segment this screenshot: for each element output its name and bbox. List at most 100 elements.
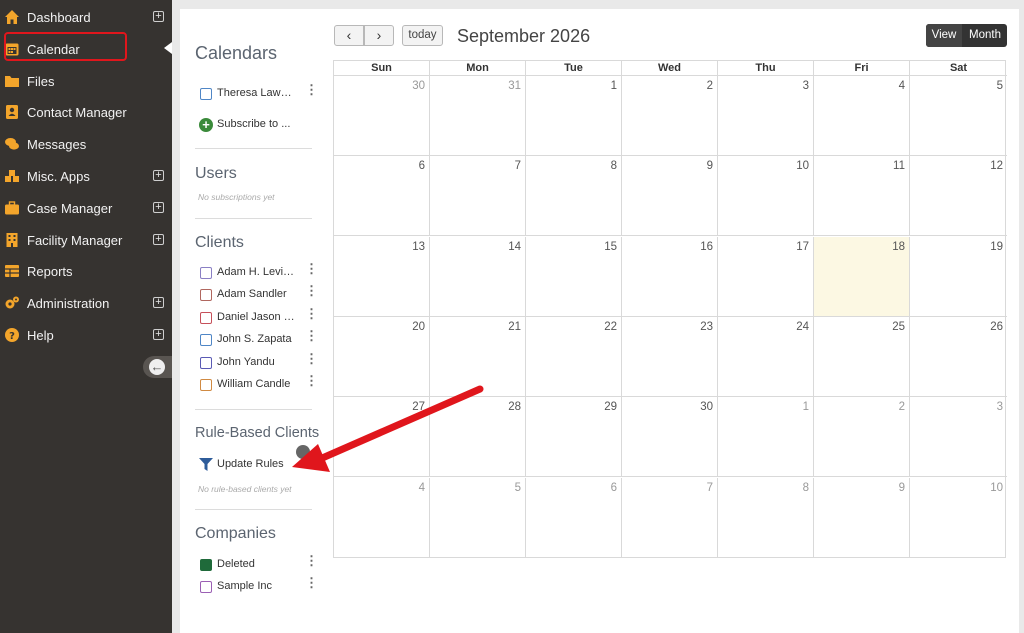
day-cell[interactable]: 3 xyxy=(910,397,1007,478)
weekday-header: Mon xyxy=(430,61,526,76)
kebab-menu-icon[interactable]: ⋮ xyxy=(305,83,318,101)
day-cell[interactable]: 10 xyxy=(718,156,814,237)
client-item[interactable]: Adam H. Levine ⋮ xyxy=(199,262,319,282)
day-cell[interactable]: 14 xyxy=(430,236,526,317)
sidebar-item-help[interactable]: ? Help + xyxy=(0,320,172,350)
day-cell[interactable]: 24 xyxy=(718,316,814,397)
day-cell[interactable]: 9 xyxy=(622,156,718,237)
month-view-button[interactable]: Month xyxy=(963,24,1007,47)
company-item[interactable]: Deleted ⋮ xyxy=(199,554,319,574)
kebab-menu-icon[interactable]: ⋮ xyxy=(305,284,318,302)
day-cell[interactable]: 4 xyxy=(814,76,910,156)
day-cell[interactable]: 8 xyxy=(526,156,622,237)
kebab-menu-icon[interactable]: ⋮ xyxy=(305,262,318,280)
update-rules-link[interactable]: Update Rules xyxy=(199,456,319,474)
subscribe-label: Subscribe to ... xyxy=(217,118,291,130)
expand-plus-icon[interactable]: + xyxy=(153,170,164,181)
sidebar-item-case-manager[interactable]: Case Manager + xyxy=(0,193,172,223)
kebab-menu-icon[interactable]: ⋮ xyxy=(305,352,318,370)
client-item[interactable]: John Yandu ⋮ xyxy=(199,352,319,372)
day-number: 5 xyxy=(514,481,521,494)
expand-plus-icon[interactable]: + xyxy=(153,233,164,245)
day-cell[interactable]: 15 xyxy=(526,236,622,317)
calendar-checkbox[interactable] xyxy=(200,88,212,100)
company-item[interactable]: Sample Inc ⋮ xyxy=(199,576,319,596)
client-item[interactable]: Daniel Jason Smith ⋮ xyxy=(199,307,319,327)
sidebar: Dashboard + Calendar Files Contact Manager Me… xyxy=(0,0,172,633)
day-cell[interactable]: 13 xyxy=(334,236,430,317)
sidebar-item-misc-apps[interactable]: Misc. Apps + xyxy=(0,161,172,191)
day-cell[interactable]: 27 xyxy=(334,397,430,478)
day-cell[interactable]: 7 xyxy=(430,156,526,237)
day-cell[interactable]: 1 xyxy=(718,397,814,478)
calendar-checkbox[interactable] xyxy=(200,559,212,571)
day-cell[interactable]: 10 xyxy=(910,478,1007,558)
calendar-checkbox[interactable] xyxy=(200,581,212,594)
view-label[interactable]: View xyxy=(926,24,962,47)
day-cell[interactable]: 2 xyxy=(814,397,910,478)
day-cell[interactable]: 11 xyxy=(814,156,910,237)
next-month-button[interactable]: › xyxy=(364,25,394,46)
expand-plus-icon[interactable]: + xyxy=(153,11,164,22)
day-cell[interactable]: 7 xyxy=(622,477,718,558)
my-calendar-item[interactable]: Theresa Lawrence ⋮ xyxy=(199,83,319,103)
today-button[interactable]: today xyxy=(402,25,443,46)
company-name: Deleted xyxy=(217,558,255,570)
day-cell[interactable]: 20 xyxy=(334,316,430,397)
day-cell[interactable]: 8 xyxy=(718,477,814,558)
day-cell[interactable]: 6 xyxy=(334,156,430,237)
sidebar-collapse-button[interactable]: ← xyxy=(143,356,172,378)
kebab-menu-icon[interactable]: ⋮ xyxy=(305,554,318,572)
subscribe-link[interactable]: + Subscribe to ... xyxy=(199,116,319,134)
day-cell[interactable]: 5 xyxy=(430,477,526,558)
day-cell[interactable]: 12 xyxy=(910,156,1007,237)
day-cell[interactable]: 2 xyxy=(622,76,718,156)
day-cell[interactable]: 30 xyxy=(622,397,718,478)
day-cell[interactable]: 5 xyxy=(910,76,1007,156)
day-cell-today[interactable]: 18 xyxy=(814,236,910,317)
day-number: 8 xyxy=(802,481,809,494)
day-cell[interactable]: 30 xyxy=(334,76,430,156)
day-cell[interactable]: 4 xyxy=(334,477,430,558)
day-cell[interactable]: 19 xyxy=(910,237,1007,317)
day-cell[interactable]: 16 xyxy=(622,236,718,317)
day-cell[interactable]: 28 xyxy=(430,397,526,478)
expand-plus-icon[interactable]: + xyxy=(153,329,164,340)
day-cell[interactable]: 31 xyxy=(430,76,526,156)
prev-month-button[interactable]: ‹ xyxy=(334,25,364,46)
sidebar-item-administration[interactable]: Administration + xyxy=(0,288,172,318)
day-cell[interactable]: 17 xyxy=(718,236,814,317)
kebab-menu-icon[interactable]: ⋮ xyxy=(305,374,318,392)
calendar-checkbox[interactable] xyxy=(200,356,212,369)
client-item[interactable]: William Candle ⋮ xyxy=(199,374,319,394)
client-item[interactable]: John S. Zapata ⋮ xyxy=(199,329,319,349)
calendar-checkbox[interactable] xyxy=(200,334,212,347)
kebab-menu-icon[interactable]: ⋮ xyxy=(305,576,318,594)
day-cell[interactable]: 3 xyxy=(718,76,814,156)
calendar-checkbox[interactable] xyxy=(200,379,212,391)
expand-plus-icon[interactable]: + xyxy=(153,201,164,213)
calendar-checkbox[interactable] xyxy=(200,289,212,302)
sidebar-item-files[interactable]: Files xyxy=(0,66,172,96)
expand-plus-icon[interactable]: + xyxy=(153,297,164,309)
day-cell[interactable]: 9 xyxy=(814,477,910,558)
day-cell[interactable]: 21 xyxy=(430,316,526,397)
day-cell[interactable]: 25 xyxy=(814,316,910,397)
day-cell[interactable]: 1 xyxy=(526,76,622,156)
day-cell[interactable]: 29 xyxy=(526,397,622,478)
day-cell[interactable]: 26 xyxy=(910,317,1007,397)
client-item[interactable]: Adam Sandler ⋮ xyxy=(199,284,319,304)
calendar-checkbox[interactable] xyxy=(200,267,212,279)
calendar-checkbox[interactable] xyxy=(200,311,212,324)
sidebar-item-messages[interactable]: Messages xyxy=(0,129,172,159)
day-cell[interactable]: 23 xyxy=(622,316,718,397)
kebab-menu-icon[interactable]: ⋮ xyxy=(305,307,318,325)
view-switcher[interactable]: View Month xyxy=(926,24,1007,47)
sidebar-item-facility-manager[interactable]: Facility Manager + xyxy=(0,225,172,255)
sidebar-item-reports[interactable]: Reports xyxy=(0,256,172,286)
day-cell[interactable]: 22 xyxy=(526,316,622,397)
day-cell[interactable]: 6 xyxy=(526,477,622,558)
sidebar-item-contact-manager[interactable]: Contact Manager xyxy=(0,97,172,127)
kebab-menu-icon[interactable]: ⋮ xyxy=(305,329,318,347)
sidebar-item-dashboard[interactable]: Dashboard + xyxy=(0,2,172,32)
